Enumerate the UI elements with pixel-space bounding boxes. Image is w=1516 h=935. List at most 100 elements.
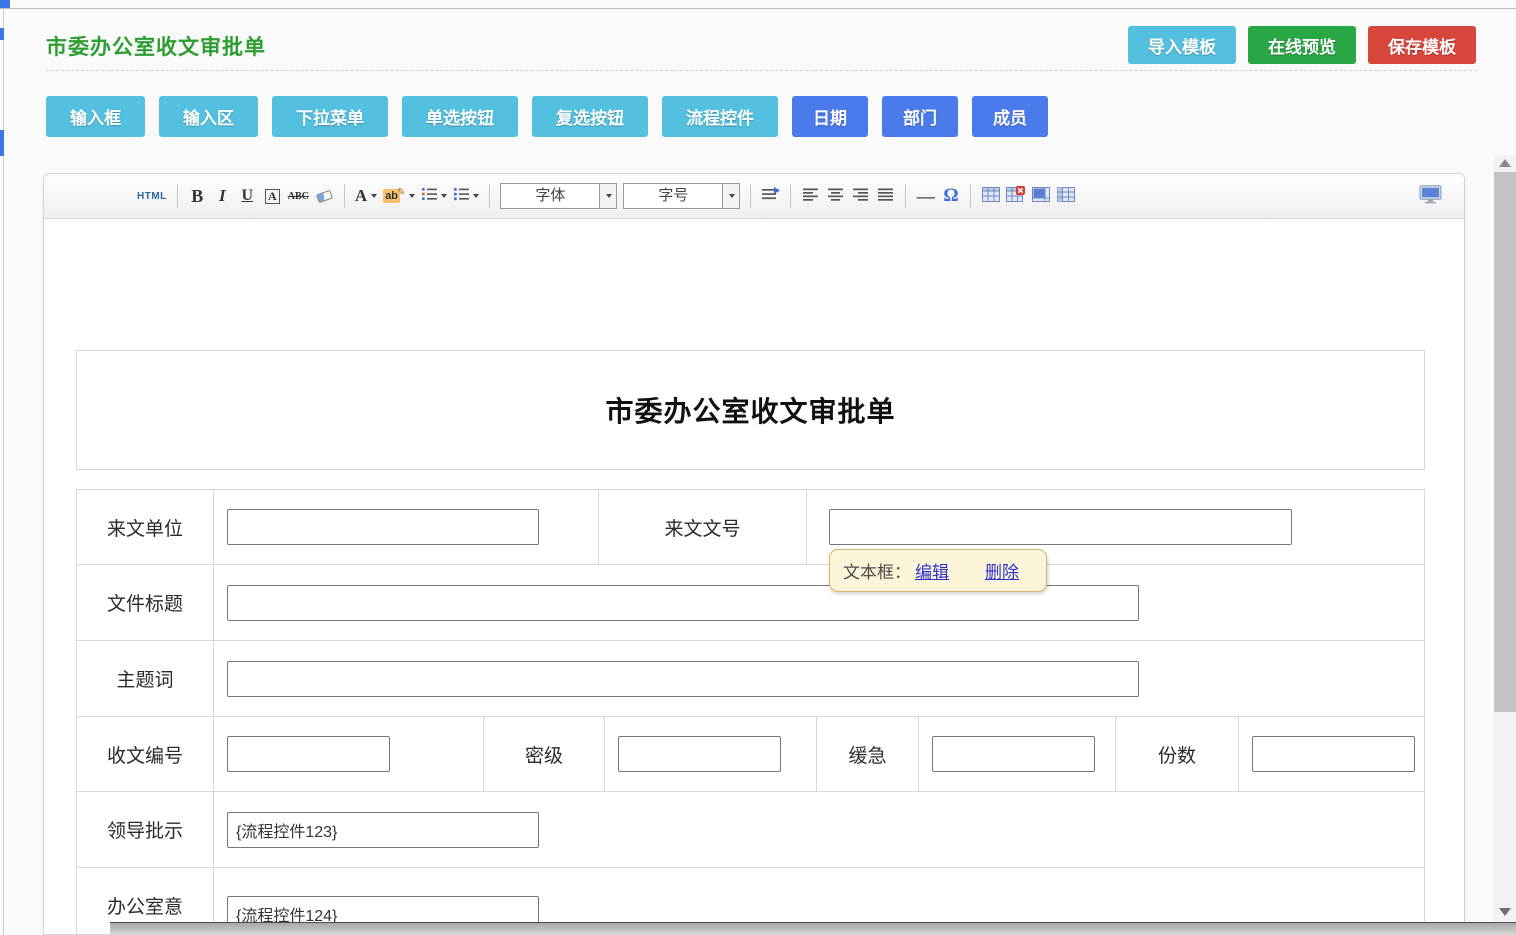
italic-button[interactable]: I <box>210 183 235 210</box>
chevron-down-icon[interactable] <box>722 184 739 208</box>
online-preview-button[interactable]: 在线预览 <box>1248 26 1356 64</box>
urgency-input[interactable] <box>932 736 1095 772</box>
widget-checkbox-button[interactable]: 复选按钮 <box>532 96 648 137</box>
font-family-select[interactable]: 字体 <box>500 183 617 209</box>
table-row: 主题词 <box>77 641 1424 717</box>
receipt-number-label: 收文编号 <box>77 717 214 792</box>
widget-member-button[interactable]: 成员 <box>972 96 1048 137</box>
keywords-input[interactable] <box>227 661 1139 697</box>
leader-comments-label: 领导批示 <box>77 792 214 868</box>
eraser-icon <box>316 189 333 203</box>
window-bottom-edge <box>110 922 1516 935</box>
screen: 市委办公室收文审批单 导入模板 在线预览 保存模板 输入框 输入区 下拉菜单 单… <box>0 0 1516 935</box>
row-properties-button[interactable] <box>1053 183 1078 210</box>
font-color-button[interactable]: A <box>352 183 380 210</box>
horizontal-rule-button[interactable]: — <box>913 183 938 210</box>
import-template-button[interactable]: 导入模板 <box>1128 26 1236 64</box>
table-cell <box>1239 717 1424 792</box>
tooltip-delete-link[interactable]: 删除 <box>985 558 1019 583</box>
editor-content[interactable]: 市委办公室收文审批单 来文单位 来文文号 文件标题 主题词 <box>76 350 1425 935</box>
toolbar-separator <box>177 184 178 208</box>
doc-title-label: 文件标题 <box>77 565 214 641</box>
urgency-label: 缓急 <box>817 717 919 792</box>
pencil-icon: ✎ <box>397 187 405 198</box>
align-left-button[interactable] <box>798 183 823 210</box>
form-title: 市委办公室收文审批单 <box>605 390 895 430</box>
window-edge-blue-strip <box>0 28 4 40</box>
save-template-button[interactable]: 保存模板 <box>1368 26 1476 64</box>
bullet-list-button[interactable] <box>450 183 482 210</box>
strikethrough-button[interactable]: ABC <box>285 183 312 210</box>
chevron-down-icon <box>441 194 447 198</box>
editor-toolbar: HTML B I U A ABC A ab✎ 字体 字号 <box>44 174 1464 219</box>
keywords-label: 主题词 <box>77 641 214 717</box>
toolbar-separator <box>970 184 971 208</box>
cell-properties-button[interactable] <box>1028 183 1053 210</box>
table-cell <box>214 565 1424 641</box>
table-cell <box>214 641 1424 717</box>
html-source-button[interactable]: HTML <box>134 183 170 210</box>
widget-date-button[interactable]: 日期 <box>792 96 868 137</box>
special-char-button[interactable]: Ω <box>938 183 963 210</box>
tooltip-label: 文本框： <box>843 558 911 583</box>
chevron-down-icon <box>409 194 415 198</box>
widget-input-box-button[interactable]: 输入框 <box>46 96 145 137</box>
align-center-button[interactable] <box>823 183 848 210</box>
widget-input-area-button[interactable]: 输入区 <box>159 96 258 137</box>
toolbar-separator <box>750 184 751 208</box>
table-cell <box>214 490 599 565</box>
toolbar-separator <box>905 184 906 208</box>
align-justify-button[interactable] <box>873 183 898 210</box>
underline-button[interactable]: U <box>235 183 260 210</box>
chevron-down-icon <box>473 194 479 198</box>
ordered-list-icon <box>421 187 437 205</box>
widget-dropdown-button[interactable]: 下拉菜单 <box>272 96 388 137</box>
leader-comments-input[interactable] <box>227 812 539 848</box>
window-edge-blue-strip <box>0 130 4 156</box>
source-unit-input[interactable] <box>227 509 539 545</box>
table-cell <box>919 717 1116 792</box>
copies-input[interactable] <box>1252 736 1415 772</box>
vertical-scrollbar[interactable] <box>1494 155 1516 935</box>
toolbar-separator <box>344 184 345 208</box>
table-cell <box>214 717 484 792</box>
editor-panel: HTML B I U A ABC A ab✎ 字体 字号 <box>43 173 1465 935</box>
scroll-up-arrow-icon[interactable] <box>1499 159 1511 167</box>
copies-label: 份数 <box>1116 717 1239 792</box>
delete-table-button[interactable] <box>1003 183 1028 210</box>
receipt-number-input[interactable] <box>227 736 390 772</box>
doc-number-label: 来文文号 <box>599 490 807 565</box>
chevron-down-icon <box>371 194 377 198</box>
dashed-divider <box>46 70 1477 71</box>
font-size-select[interactable]: 字号 <box>623 183 740 209</box>
tooltip-edit-link[interactable]: 编辑 <box>915 558 949 583</box>
form-title-block: 市委办公室收文审批单 <box>76 350 1425 470</box>
indent-button[interactable] <box>758 183 783 210</box>
chevron-down-icon[interactable] <box>599 184 616 208</box>
highlight-color-button[interactable]: ab✎ <box>380 183 418 210</box>
align-justify-icon <box>878 188 894 205</box>
scrollbar-thumb[interactable] <box>1494 172 1516 712</box>
insert-table-button[interactable] <box>978 183 1003 210</box>
table-row: 收文编号 密级 缓急 份数 <box>77 717 1424 792</box>
align-center-icon <box>828 188 844 205</box>
widget-radio-button[interactable]: 单选按钮 <box>402 96 518 137</box>
header-actions: 导入模板 在线预览 保存模板 <box>1128 26 1476 64</box>
doc-number-input[interactable] <box>829 509 1292 545</box>
eraser-button[interactable] <box>312 183 337 210</box>
table-row: 来文单位 来文文号 <box>77 490 1424 565</box>
window-edge-top-line <box>0 8 1516 9</box>
secrecy-input[interactable] <box>618 736 781 772</box>
fullscreen-button[interactable] <box>1416 183 1446 210</box>
source-unit-label: 来文单位 <box>77 490 214 565</box>
align-right-button[interactable] <box>848 183 873 210</box>
row-properties-icon <box>1057 187 1075 206</box>
boxed-a-button[interactable]: A <box>260 183 285 210</box>
widget-department-button[interactable]: 部门 <box>882 96 958 137</box>
ordered-list-button[interactable] <box>418 183 450 210</box>
scroll-down-arrow-icon[interactable] <box>1499 908 1511 916</box>
bold-button[interactable]: B <box>185 183 210 210</box>
delete-table-icon <box>1006 186 1025 206</box>
widget-flow-control-button[interactable]: 流程控件 <box>662 96 778 137</box>
field-tooltip: 文本框： 编辑 删除 <box>829 549 1047 592</box>
